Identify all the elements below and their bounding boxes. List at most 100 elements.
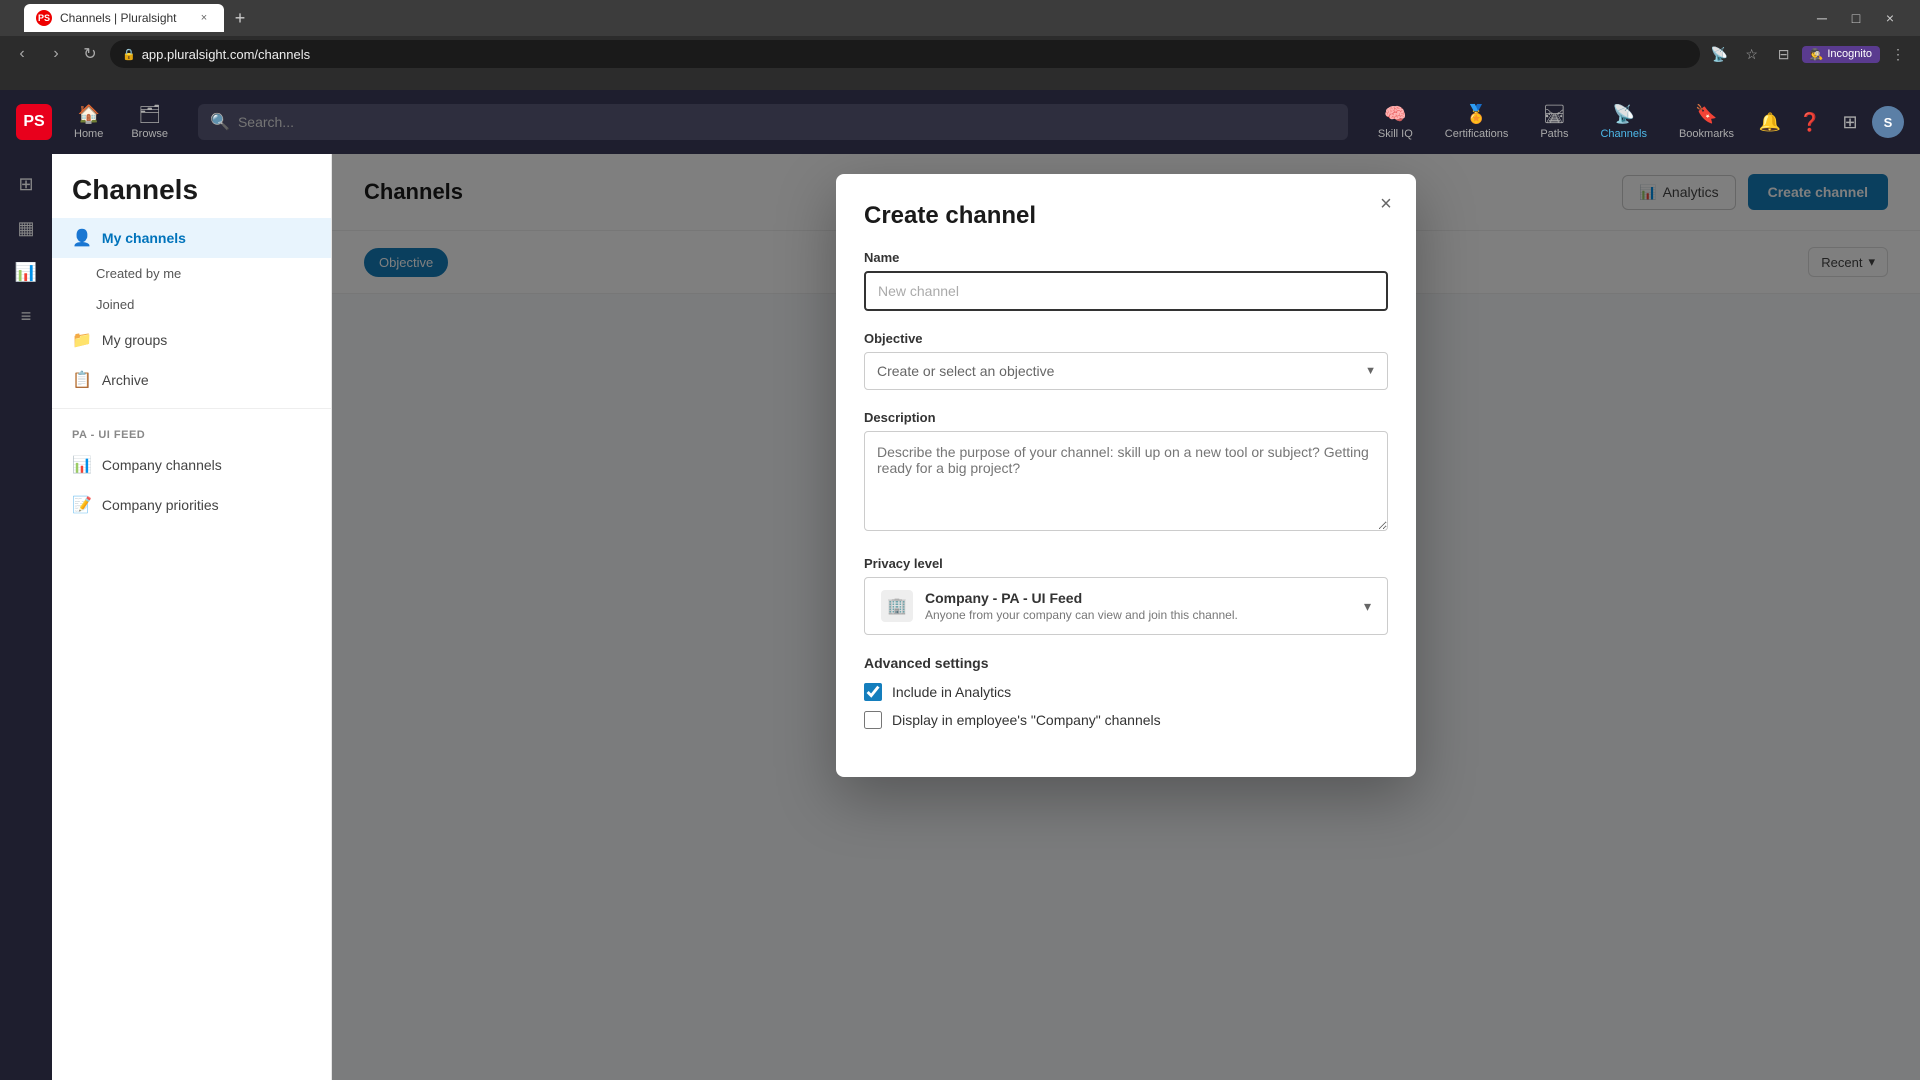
description-textarea[interactable] — [864, 431, 1388, 531]
sidebar-item-my-channels-label: My channels — [102, 230, 186, 246]
browser-title-bar: PS Channels | Pluralsight × + ─ □ × — [0, 0, 1920, 36]
nav-channels-label: Channels — [1600, 128, 1646, 140]
content-area: Channels 📊 Analytics Create channel Obje… — [332, 154, 1920, 1080]
app-logo[interactable]: PS — [16, 104, 52, 140]
privacy-label: Privacy level — [864, 556, 1388, 571]
analytics-checkbox-row: Include in Analytics — [864, 683, 1388, 701]
lock-icon: 🔒 — [122, 48, 136, 61]
home-icon: 🏠 — [77, 104, 99, 125]
tab-title: Channels | Pluralsight — [60, 11, 177, 25]
browser-toolbar: 📡 ☆ ⊟ 🕵 Incognito ⋮ — [1706, 40, 1912, 68]
sidebar-item-company-channels[interactable]: 📊 Company channels — [52, 445, 331, 485]
incognito-icon: 🕵 — [1810, 48, 1824, 61]
analytics-checkbox[interactable] — [864, 683, 882, 701]
display-checkbox-row: Display in employee's "Company" channels — [864, 711, 1388, 729]
nav-certifications-label: Certifications — [1445, 128, 1509, 140]
modal-overlay[interactable]: Create channel × Name Objective — [332, 154, 1920, 1080]
display-checkbox-label: Display in employee's "Company" channels — [892, 712, 1161, 728]
browser-chrome: PS Channels | Pluralsight × + ─ □ × ‹ › … — [0, 0, 1920, 90]
nav-home[interactable]: 🏠 Home — [60, 96, 117, 148]
tab-favicon: PS — [36, 10, 52, 26]
name-label: Name — [864, 250, 1388, 265]
back-button[interactable]: ‹ — [8, 40, 36, 68]
sidebar-item-company-channels-label: Company channels — [102, 457, 222, 473]
user-avatar[interactable]: S — [1872, 106, 1904, 138]
modal-close-button[interactable]: × — [1372, 190, 1400, 218]
sidebar-item-company-priorities-label: Company priorities — [102, 497, 219, 513]
close-window-button[interactable]: × — [1876, 4, 1904, 32]
sidebar-item-my-groups-label: My groups — [102, 332, 167, 348]
forward-button[interactable]: › — [42, 40, 70, 68]
sidebar-item-my-groups[interactable]: 📁 My groups — [52, 320, 331, 360]
apps-button[interactable]: ⊞ — [1832, 104, 1868, 140]
advanced-settings-label: Advanced settings — [864, 655, 1388, 671]
icon-sidebar-chart[interactable]: 📊 — [8, 254, 44, 290]
address-bar: ‹ › ↻ 🔒 app.pluralsight.com/channels 📡 ☆… — [0, 36, 1920, 72]
my-groups-icon: 📁 — [72, 330, 92, 350]
create-channel-modal: Create channel × Name Objective — [836, 174, 1416, 777]
main-area: ⊞ ▦ 📊 ≡ Channels 👤 My channels Created b… — [0, 154, 1920, 1080]
objective-label: Objective — [864, 331, 1388, 346]
url-display: app.pluralsight.com/channels — [142, 47, 310, 62]
sidebar-item-my-channels[interactable]: 👤 My channels — [52, 218, 331, 258]
icon-sidebar-grid[interactable]: ⊞ — [8, 166, 44, 202]
more-options-button[interactable]: ⋮ — [1884, 40, 1912, 68]
bookmarks-icon: 🔖 — [1695, 104, 1717, 125]
nav-right: 🧠 Skill IQ 🏅 Certifications 🛤 Paths 📡 Ch… — [1364, 96, 1904, 148]
cast-button[interactable]: 📡 — [1706, 40, 1734, 68]
privacy-card[interactable]: 🏢 Company - PA - UI Feed Anyone from you… — [864, 577, 1388, 635]
sidebar-item-archive[interactable]: 📋 Archive — [52, 360, 331, 400]
icon-sidebar-table[interactable]: ▦ — [8, 210, 44, 246]
nav-home-label: Home — [74, 128, 103, 140]
page-title: Channels — [72, 174, 311, 206]
archive-icon: 📋 — [72, 370, 92, 390]
objective-field-group: Objective Create or select an objective — [864, 331, 1388, 390]
nav-paths-label: Paths — [1540, 128, 1568, 140]
minimize-button[interactable]: ─ — [1808, 4, 1836, 32]
nav-skill-iq-label: Skill IQ — [1378, 128, 1413, 140]
app-container: PS 🏠 Home 🗂 Browse 🔍 🧠 Skill IQ 🏅 Certif… — [0, 90, 1920, 1080]
sidebar-item-archive-label: Archive — [102, 372, 149, 388]
privacy-chevron-icon: ▾ — [1364, 598, 1371, 615]
sidebar-item-company-priorities[interactable]: 📝 Company priorities — [52, 485, 331, 525]
bookmark-star-button[interactable]: ☆ — [1738, 40, 1766, 68]
split-view-button[interactable]: ⊟ — [1770, 40, 1798, 68]
nav-channels[interactable]: 📡 Channels — [1586, 96, 1660, 148]
search-input[interactable] — [238, 114, 1336, 130]
modal-title: Create channel — [864, 202, 1388, 230]
nav-certifications[interactable]: 🏅 Certifications — [1431, 96, 1523, 148]
advanced-settings-group: Advanced settings Include in Analytics D… — [864, 655, 1388, 729]
nav-bookmarks[interactable]: 🔖 Bookmarks — [1665, 96, 1748, 148]
icon-sidebar-list[interactable]: ≡ — [8, 298, 44, 334]
help-button[interactable]: ❓ — [1792, 104, 1828, 140]
paths-icon: 🛤 — [1543, 104, 1566, 125]
display-checkbox[interactable] — [864, 711, 882, 729]
reload-button[interactable]: ↻ — [76, 40, 104, 68]
nav-paths[interactable]: 🛤 Paths — [1526, 96, 1582, 148]
side-nav: Channels 👤 My channels Created by me Joi… — [52, 154, 332, 1080]
search-icon: 🔍 — [210, 112, 230, 132]
objective-select-wrapper: Create or select an objective — [864, 352, 1388, 390]
privacy-building-icon: 🏢 — [881, 590, 913, 622]
incognito-badge: 🕵 Incognito — [1802, 46, 1880, 63]
objective-select[interactable]: Create or select an objective — [864, 352, 1388, 390]
sidebar-sub-created-by-me[interactable]: Created by me — [52, 258, 331, 289]
tab-close-button[interactable]: × — [196, 10, 212, 26]
skill-iq-icon: 🧠 — [1384, 104, 1406, 125]
search-bar: 🔍 — [198, 104, 1348, 140]
sidebar-section-label: PA - UI FEED — [52, 417, 331, 445]
nav-skill-iq[interactable]: 🧠 Skill IQ — [1364, 96, 1427, 148]
analytics-checkbox-label: Include in Analytics — [892, 684, 1011, 700]
maximize-button[interactable]: □ — [1842, 4, 1870, 32]
name-input[interactable] — [864, 271, 1388, 311]
tab-bar: PS Channels | Pluralsight × + — [16, 0, 260, 36]
browser-tab-active[interactable]: PS Channels | Pluralsight × — [24, 4, 224, 32]
sidebar-divider — [52, 408, 331, 409]
notifications-button[interactable]: 🔔 — [1752, 104, 1788, 140]
company-priorities-icon: 📝 — [72, 495, 92, 515]
address-input-wrapper[interactable]: 🔒 app.pluralsight.com/channels — [110, 40, 1700, 68]
privacy-info: Company - PA - UI Feed Anyone from your … — [925, 590, 1238, 622]
new-tab-button[interactable]: + — [228, 6, 252, 30]
nav-browse[interactable]: 🗂 Browse — [117, 96, 182, 148]
sidebar-sub-joined[interactable]: Joined — [52, 289, 331, 320]
